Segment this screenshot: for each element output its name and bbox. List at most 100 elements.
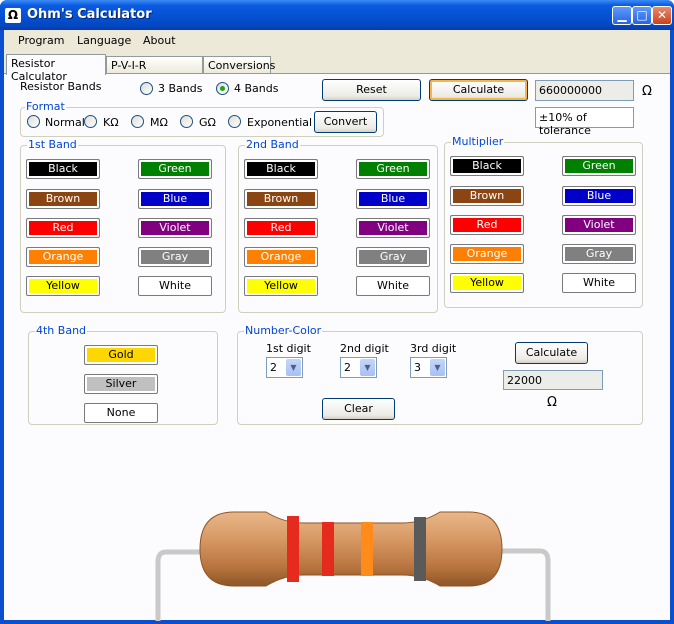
reset-button[interactable]: Reset [322, 79, 421, 101]
menu-about[interactable]: About [143, 34, 176, 47]
band2-blue-button[interactable]: Blue [356, 189, 430, 209]
band1-brown-button[interactable]: Brown [26, 189, 100, 209]
band1-white-button[interactable]: White [138, 276, 212, 296]
tab-conversions[interactable]: Conversions [203, 56, 275, 74]
chevron-down-icon: ▼ [286, 359, 301, 376]
band2-violet-button[interactable]: Violet [356, 218, 430, 238]
radio-3-bands[interactable] [140, 82, 153, 95]
multiplier-gray-button[interactable]: Gray [562, 244, 636, 264]
title-bar[interactable]: Ω Ohm's Calculator ▁ □ ✕ [0, 0, 674, 30]
calculate-button[interactable]: Calculate [429, 79, 528, 101]
multiplier-blue-button[interactable]: Blue [562, 186, 636, 206]
band2-white-button[interactable]: White [356, 276, 430, 296]
first-digit-select[interactable]: 2 ▼ [266, 357, 303, 378]
multiplier-yellow-button[interactable]: Yellow [450, 273, 524, 293]
band2-red-button[interactable]: Red [244, 218, 318, 238]
right-lead-wire [494, 548, 551, 621]
minimize-button[interactable]: ▁ [612, 6, 632, 25]
first-digit-label: 1st digit [266, 342, 311, 355]
menu-program[interactable]: Program [18, 34, 64, 47]
multiplier-black-button[interactable]: Black [450, 156, 524, 176]
menu-language[interactable]: Language [77, 34, 131, 47]
radio-4-bands[interactable] [216, 82, 229, 95]
tab-strip: Resistor Calculator P-V-I-R Calculator C… [4, 54, 670, 85]
format-normal-label: Normal [45, 116, 85, 129]
band2-black-button[interactable]: Black [244, 159, 318, 179]
radio-3-bands-label: 3 Bands [158, 82, 203, 95]
fourth-band-legend: 4th Band [35, 324, 88, 337]
band4-gold-button[interactable]: Gold [84, 345, 158, 365]
third-digit-value: 3 [414, 361, 421, 374]
band1-black-button[interactable]: Black [26, 159, 100, 179]
stripe-band-3 [361, 522, 373, 576]
number-color-result-field[interactable]: 22000 [503, 370, 603, 390]
second-digit-value: 2 [344, 361, 351, 374]
band1-red-button[interactable]: Red [26, 218, 100, 238]
menu-bar: Program Language About [4, 30, 670, 52]
chevron-down-icon: ▼ [360, 359, 375, 376]
chevron-down-icon: ▼ [430, 359, 445, 376]
format-legend: Format [25, 100, 66, 113]
stripe-band-4 [414, 517, 426, 581]
left-lead-wire [155, 549, 204, 621]
stripe-band-1 [287, 516, 299, 582]
band1-yellow-button[interactable]: Yellow [26, 276, 100, 296]
multiplier-brown-button[interactable]: Brown [450, 186, 524, 206]
multiplier-orange-button[interactable]: Orange [450, 244, 524, 264]
result-value-field[interactable]: 660000000 [535, 80, 634, 101]
band2-green-button[interactable]: Green [356, 159, 430, 179]
format-exponential-label: Exponential [247, 116, 313, 129]
band1-orange-button[interactable]: Orange [26, 247, 100, 267]
stripe-band-2 [322, 522, 334, 576]
ohm-unit-label: Ω [642, 84, 652, 99]
number-color-calculate-button[interactable]: Calculate [515, 342, 588, 364]
second-band-legend: 2nd Band [245, 138, 300, 151]
format-mohm-label: MΩ [150, 116, 168, 129]
window-title: Ohm's Calculator [27, 7, 152, 22]
format-exponential-radio[interactable] [228, 115, 241, 128]
band2-orange-button[interactable]: Orange [244, 247, 318, 267]
close-button[interactable]: ✕ [652, 6, 672, 25]
third-digit-label: 3rd digit [410, 342, 457, 355]
format-gohm-label: GΩ [199, 116, 216, 129]
tab-resistor-calculator[interactable]: Resistor Calculator [6, 54, 106, 83]
format-normal-radio[interactable] [27, 115, 40, 128]
format-kohm-label: KΩ [103, 116, 119, 129]
third-digit-select[interactable]: 3 ▼ [410, 357, 447, 378]
band4-none-button[interactable]: None [84, 403, 158, 423]
band4-silver-button[interactable]: Silver [84, 374, 158, 394]
resistor-graphic [155, 511, 551, 621]
band1-blue-button[interactable]: Blue [138, 189, 212, 209]
first-band-legend: 1st Band [27, 138, 78, 151]
multiplier-legend: Multiplier [451, 135, 505, 148]
band2-brown-button[interactable]: Brown [244, 189, 318, 209]
tab-pvir-calculator[interactable]: P-V-I-R Calculator [106, 56, 203, 85]
format-gohm-radio[interactable] [180, 115, 193, 128]
number-color-legend: Number-Color [244, 324, 323, 337]
second-digit-select[interactable]: 2 ▼ [340, 357, 377, 378]
first-digit-value: 2 [270, 361, 277, 374]
resistor-calculator-panel: Resistor Bands 3 Bands 4 Bands Reset Cal… [4, 73, 670, 621]
tolerance-field[interactable]: ±10% of tolerance [535, 107, 634, 137]
band1-violet-button[interactable]: Violet [138, 218, 212, 238]
format-kohm-radio[interactable] [84, 115, 97, 128]
multiplier-green-button[interactable]: Green [562, 156, 636, 176]
format-mohm-radio[interactable] [131, 115, 144, 128]
multiplier-red-button[interactable]: Red [450, 215, 524, 235]
band1-green-button[interactable]: Green [138, 159, 212, 179]
resistor-body [199, 511, 503, 587]
number-color-ohm-label: Ω [547, 395, 557, 410]
app-omega-icon: Ω [5, 8, 21, 23]
band2-yellow-button[interactable]: Yellow [244, 276, 318, 296]
band2-gray-button[interactable]: Gray [356, 247, 430, 267]
multiplier-violet-button[interactable]: Violet [562, 215, 636, 235]
window-client-area: Program Language About Resistor Calculat… [4, 30, 670, 621]
band1-gray-button[interactable]: Gray [138, 247, 212, 267]
app-window: Ω Ohm's Calculator ▁ □ ✕ Program Languag… [0, 0, 674, 624]
multiplier-white-button[interactable]: White [562, 273, 636, 293]
maximize-button[interactable]: □ [632, 6, 652, 25]
clear-button[interactable]: Clear [322, 398, 395, 420]
convert-button[interactable]: Convert [314, 111, 377, 133]
second-digit-label: 2nd digit [340, 342, 389, 355]
radio-4-bands-label: 4 Bands [234, 82, 279, 95]
